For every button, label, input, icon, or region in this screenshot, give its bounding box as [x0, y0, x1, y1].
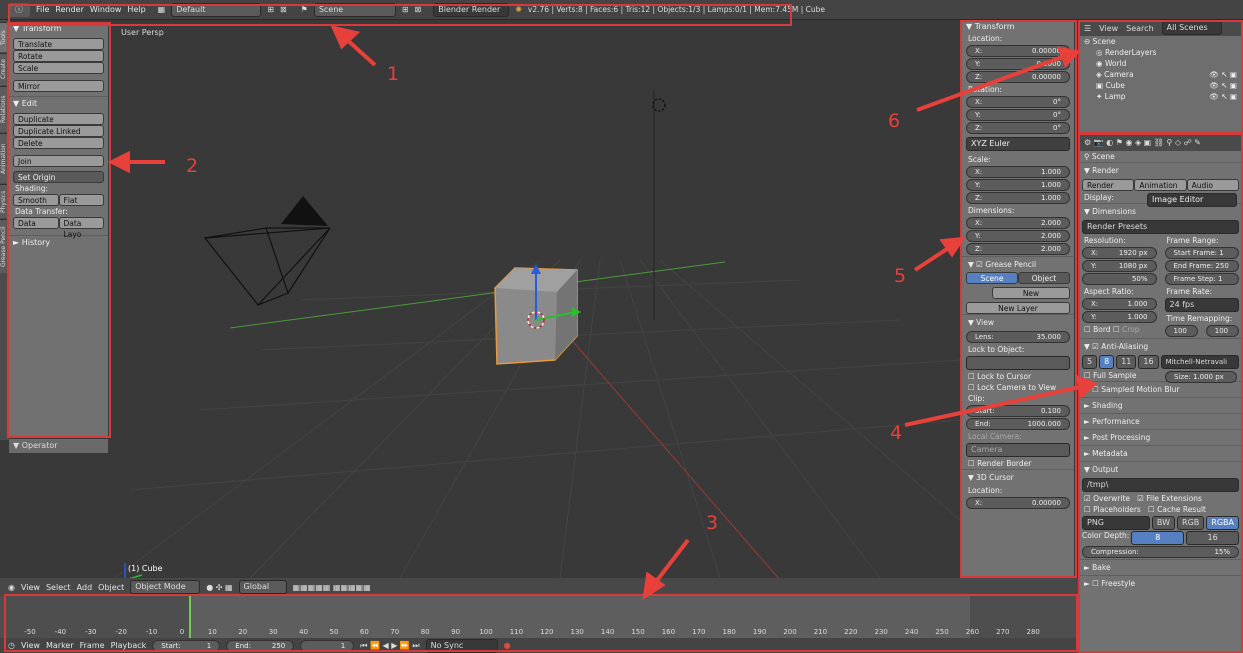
annotation-1: 1 — [387, 63, 400, 85]
annotation-3: 3 — [706, 512, 719, 534]
annotation-4: 4 — [890, 422, 903, 444]
annotation-2: 2 — [186, 155, 199, 177]
annotation-6: 6 — [888, 110, 901, 132]
annotation-arrows — [107, 25, 1098, 601]
annotation-5: 5 — [894, 265, 907, 287]
